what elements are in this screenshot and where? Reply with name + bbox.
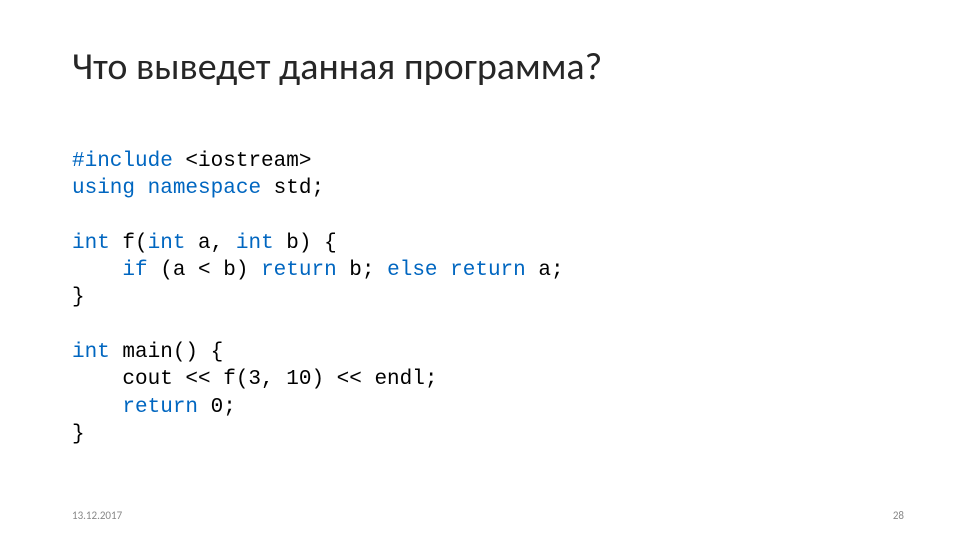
- code-text: b;: [337, 259, 387, 282]
- code-text: a;: [526, 259, 564, 282]
- code-keyword: if: [122, 259, 147, 282]
- code-keyword: using: [72, 177, 135, 200]
- code-keyword: else: [387, 259, 437, 282]
- code-text: [72, 259, 122, 282]
- code-text: main() {: [110, 341, 223, 364]
- code-block: #include <iostream> using namespace std;…: [72, 148, 564, 448]
- code-text: a,: [185, 232, 235, 255]
- code-text: [438, 259, 451, 282]
- code-text: b) {: [274, 232, 337, 255]
- code-text: }: [72, 423, 85, 446]
- code-text: <iostream>: [173, 150, 312, 173]
- code-text: (a < b): [148, 259, 261, 282]
- code-keyword: int: [148, 232, 186, 255]
- code-keyword: return: [261, 259, 337, 282]
- code-text: 0;: [198, 396, 236, 419]
- footer-page-number: 28: [893, 509, 904, 522]
- code-keyword: #include: [72, 150, 173, 173]
- code-text: }: [72, 286, 85, 309]
- slide-footer: 13.12.2017 28: [72, 509, 904, 522]
- footer-date: 13.12.2017: [72, 509, 122, 522]
- code-text: cout << f(3, 10) << endl;: [72, 368, 437, 391]
- code-text: std;: [261, 177, 324, 200]
- code-keyword: return: [122, 396, 198, 419]
- code-text: [72, 396, 122, 419]
- code-keyword: int: [72, 232, 110, 255]
- code-keyword: namespace: [148, 177, 261, 200]
- code-keyword: int: [72, 341, 110, 364]
- slide-title: Что выведет данная программа?: [72, 44, 602, 90]
- code-keyword: return: [450, 259, 526, 282]
- code-keyword: int: [236, 232, 274, 255]
- code-text: [135, 177, 148, 200]
- code-text: f(: [110, 232, 148, 255]
